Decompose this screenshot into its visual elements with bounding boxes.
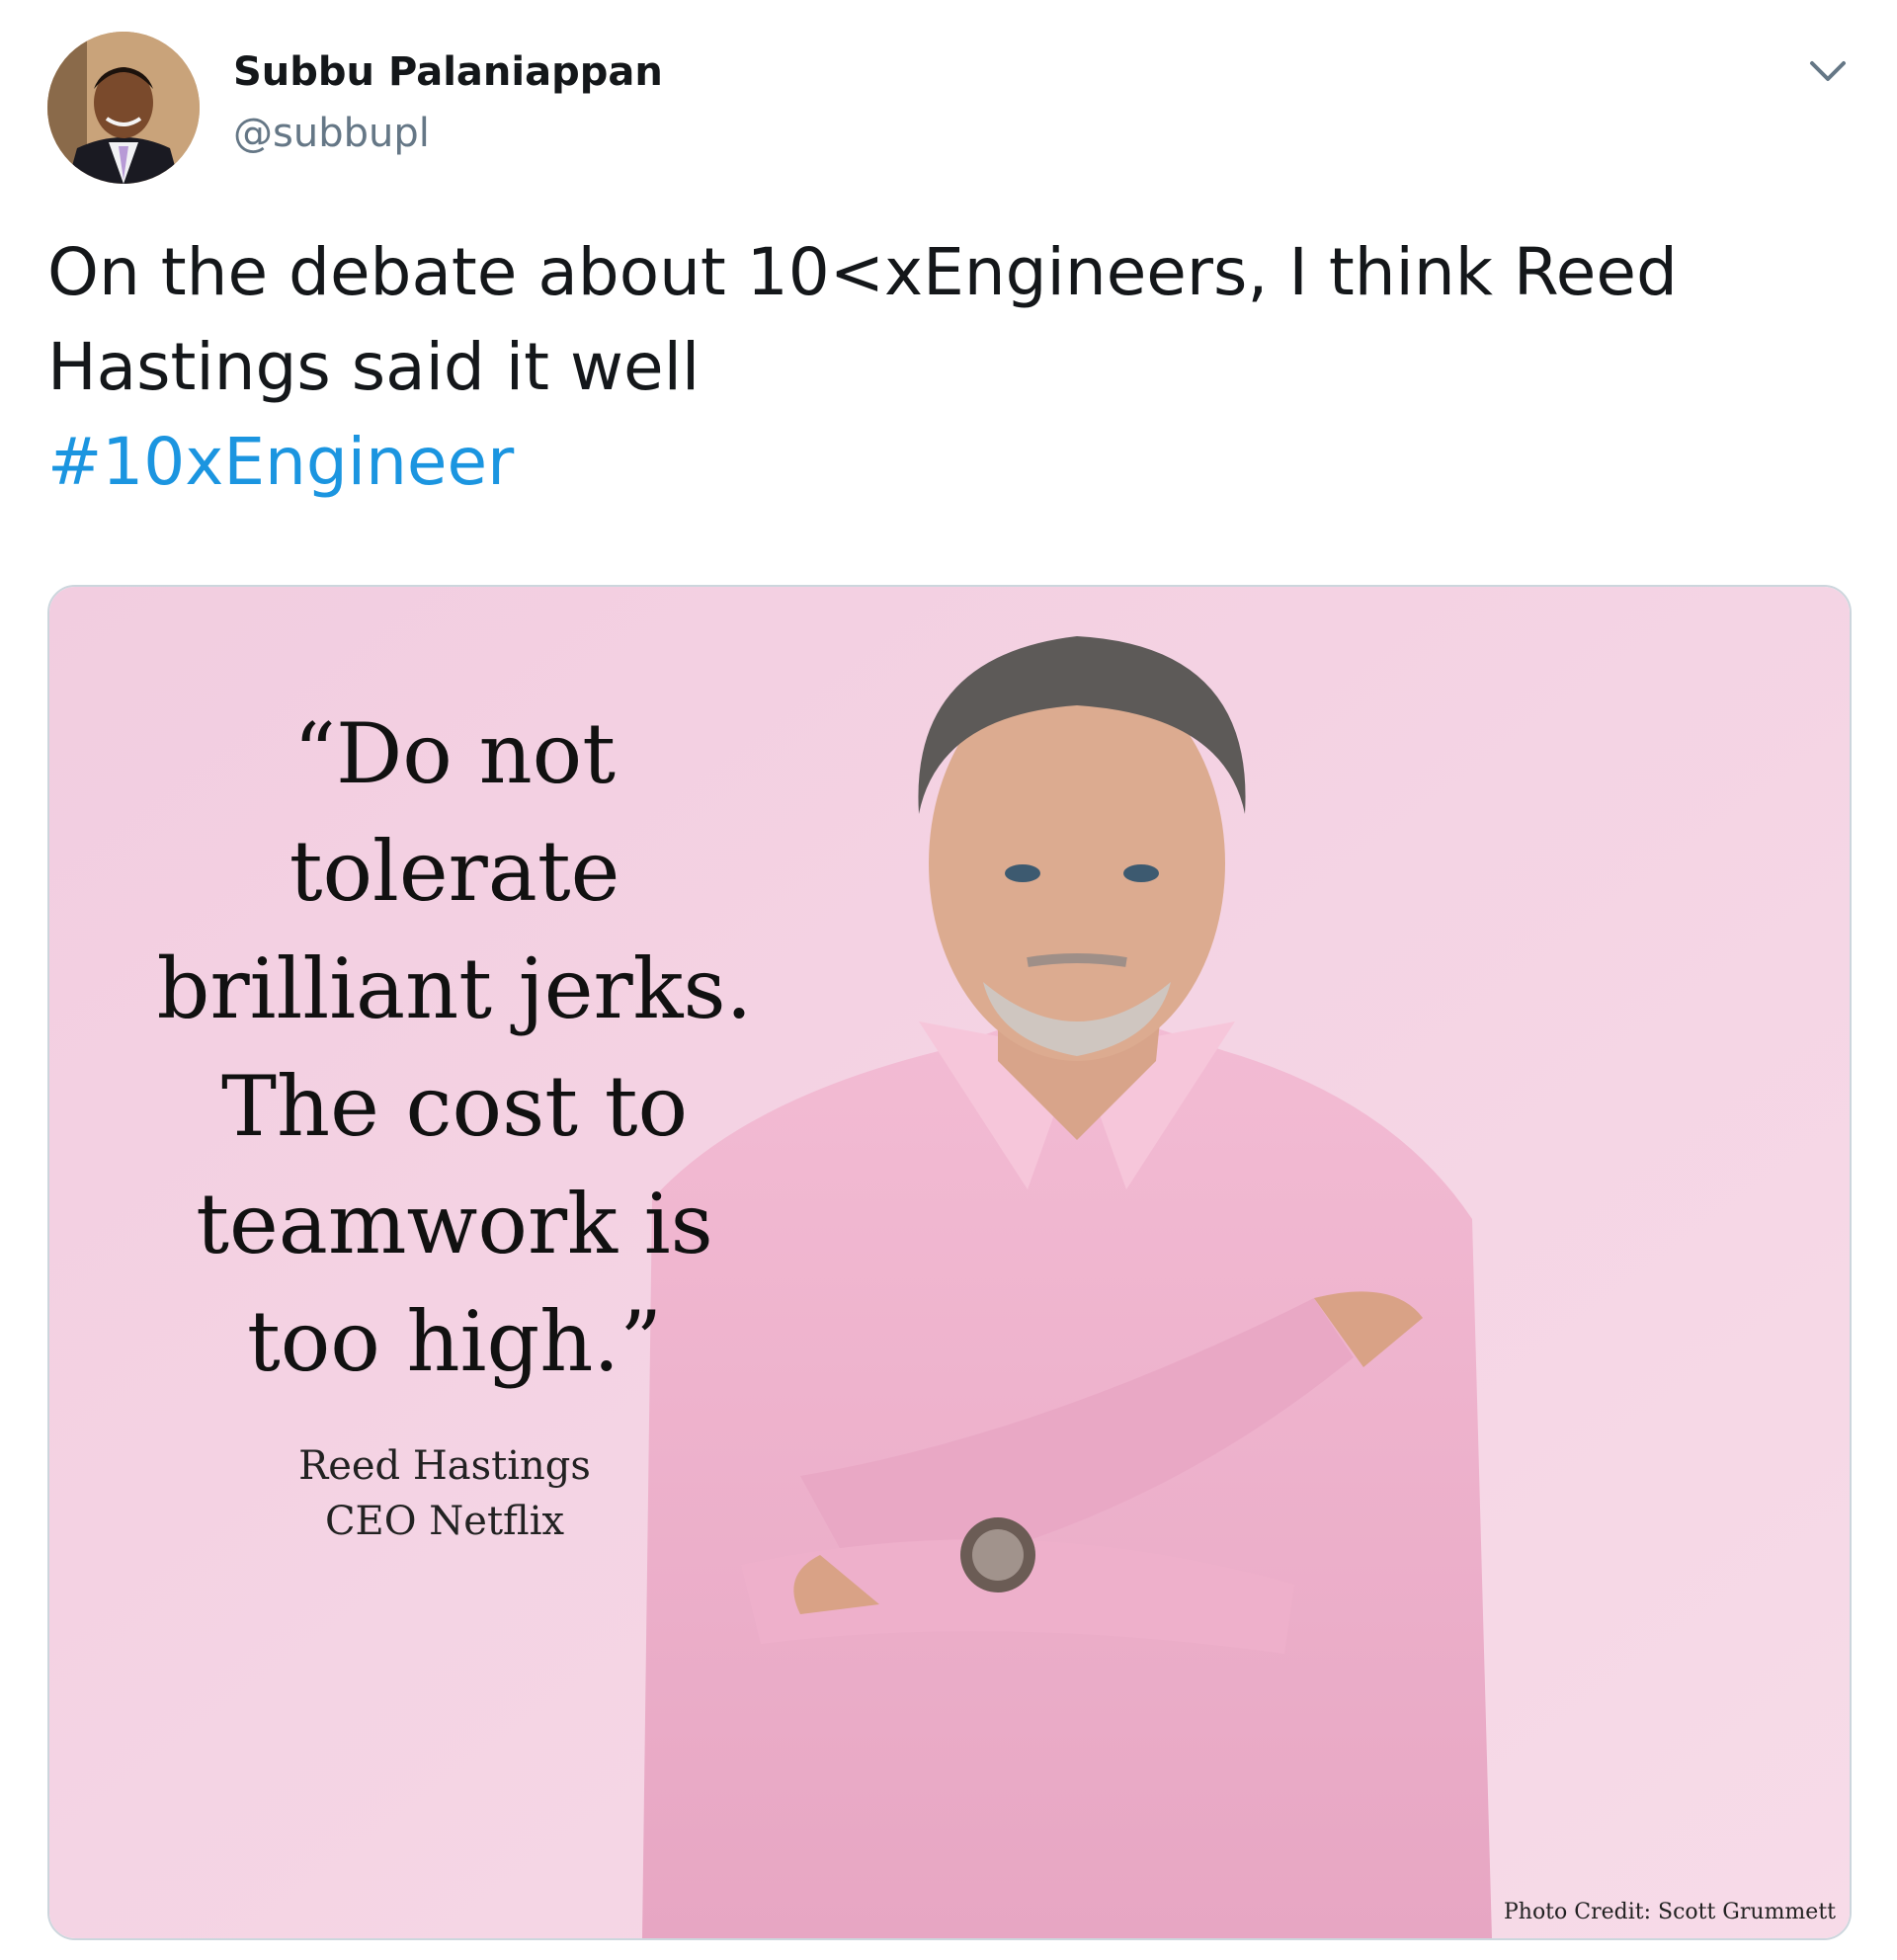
quote-text: “Do not tolerate brilliant jerks. The co… bbox=[89, 695, 820, 1401]
tweet-text: On the debate about 10<xEngineers, I thi… bbox=[47, 225, 1786, 510]
photo-credit: Photo Credit: Scott Grummett bbox=[1503, 1900, 1836, 1924]
author-display-name[interactable]: Subbu Palaniappan bbox=[233, 49, 663, 95]
hashtag-link[interactable]: #10xEngineer bbox=[47, 424, 514, 500]
tweet-text-line: On the debate about 10<xEngineers, I thi… bbox=[47, 234, 1678, 310]
tweet-media-image[interactable]: “Do not tolerate brilliant jerks. The co… bbox=[47, 585, 1852, 1940]
quote-line: brilliant jerks. bbox=[156, 940, 753, 1037]
quote-line: tolerate bbox=[289, 823, 620, 920]
attribution-title: CEO Netflix bbox=[324, 1499, 565, 1544]
tweet: Subbu Palaniappan @subbupl On the debate… bbox=[0, 0, 1897, 1960]
chevron-down-icon[interactable] bbox=[1804, 51, 1852, 91]
quote-attribution: Reed Hastings CEO Netflix bbox=[188, 1438, 701, 1549]
quote-line: The cost to bbox=[220, 1058, 689, 1155]
quote-line: too high.” bbox=[246, 1293, 663, 1390]
quote-line: “Do not bbox=[293, 705, 616, 802]
avatar-photo bbox=[47, 32, 200, 184]
tweet-text-line: Hastings said it well bbox=[47, 329, 701, 405]
author-handle[interactable]: @subbupl bbox=[233, 111, 430, 156]
attribution-name: Reed Hastings bbox=[298, 1443, 591, 1489]
quote-line: teamwork is bbox=[196, 1176, 713, 1272]
author-avatar[interactable] bbox=[47, 32, 200, 184]
